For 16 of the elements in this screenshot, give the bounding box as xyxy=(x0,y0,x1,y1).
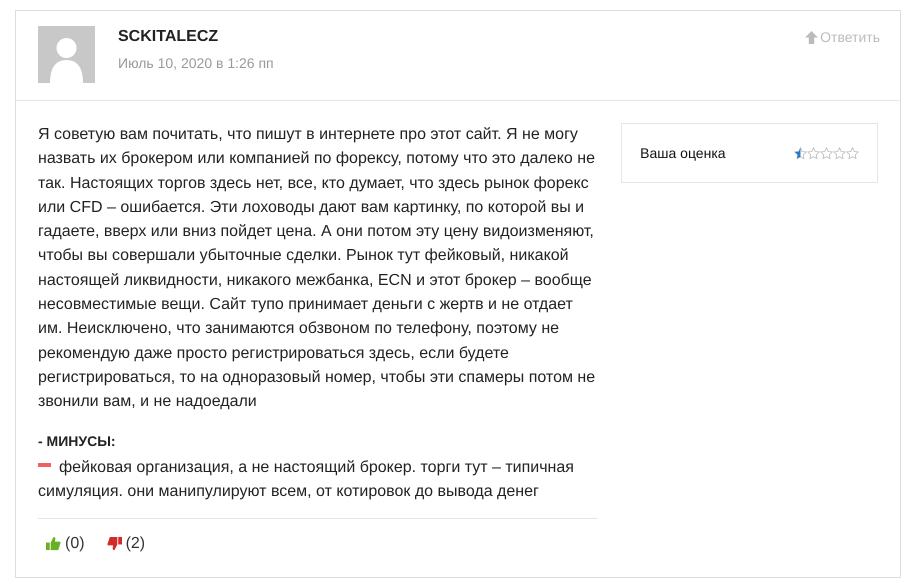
rating-label: Ваша оценка xyxy=(640,145,726,161)
star-icon[interactable] xyxy=(807,146,820,160)
star-icon[interactable] xyxy=(846,146,859,160)
comment-date: Июль 10, 2020 в 1:26 пп xyxy=(118,55,274,71)
dislike-button[interactable]: (2) xyxy=(106,534,146,553)
cons-heading: - МИНУСЫ: xyxy=(38,432,116,449)
cons-item: фейковая организация, а не настоящий брокер. торги тут – типичная симуляция. они манипулируют всем, от котировок до вывода денег xyxy=(38,458,575,502)
arrow-up-icon xyxy=(805,30,818,44)
star-icon[interactable] xyxy=(794,146,807,160)
star-icon[interactable] xyxy=(833,146,846,160)
comment-text: Я советую вам почитать, что пишут в интернете про этот сайт. Я не могу назвать их брокером или компанией по форексу, потому что это далеко не так. Настоящих торгов здесь нет, все, кто думает, что здесь рынок форекс или CFD – ошибается. Эти лоховоды дают вам картинку, по которой вы и гадаете, вверх или вниз пойдет цена. А они потом эту цену видоизменяют, чтобы вы совершали убыточные сделки. Рынок тут фейковый, никакой настоящей ликвидности, никакого межбанка, ECN и этот брокер – вообще несовместимые вещи. Сайт тупо принимает деньги с жертв и не отдает им. Неисключено, что занимаются обзвоном по телефону, поэтому не рекомендую даже просто регистрироваться здесь, если будете регистрироваться, то на одноразовый номер, чтобы эти спамеры потом не звонили вам, и не надоедали xyxy=(38,125,596,412)
thumbs-down-icon xyxy=(106,536,122,552)
like-button[interactable]: (0) xyxy=(46,534,85,553)
author-name: SCKITALECZ xyxy=(118,28,218,46)
star-icon[interactable] xyxy=(820,146,833,160)
thumbs-up-icon xyxy=(46,536,61,552)
